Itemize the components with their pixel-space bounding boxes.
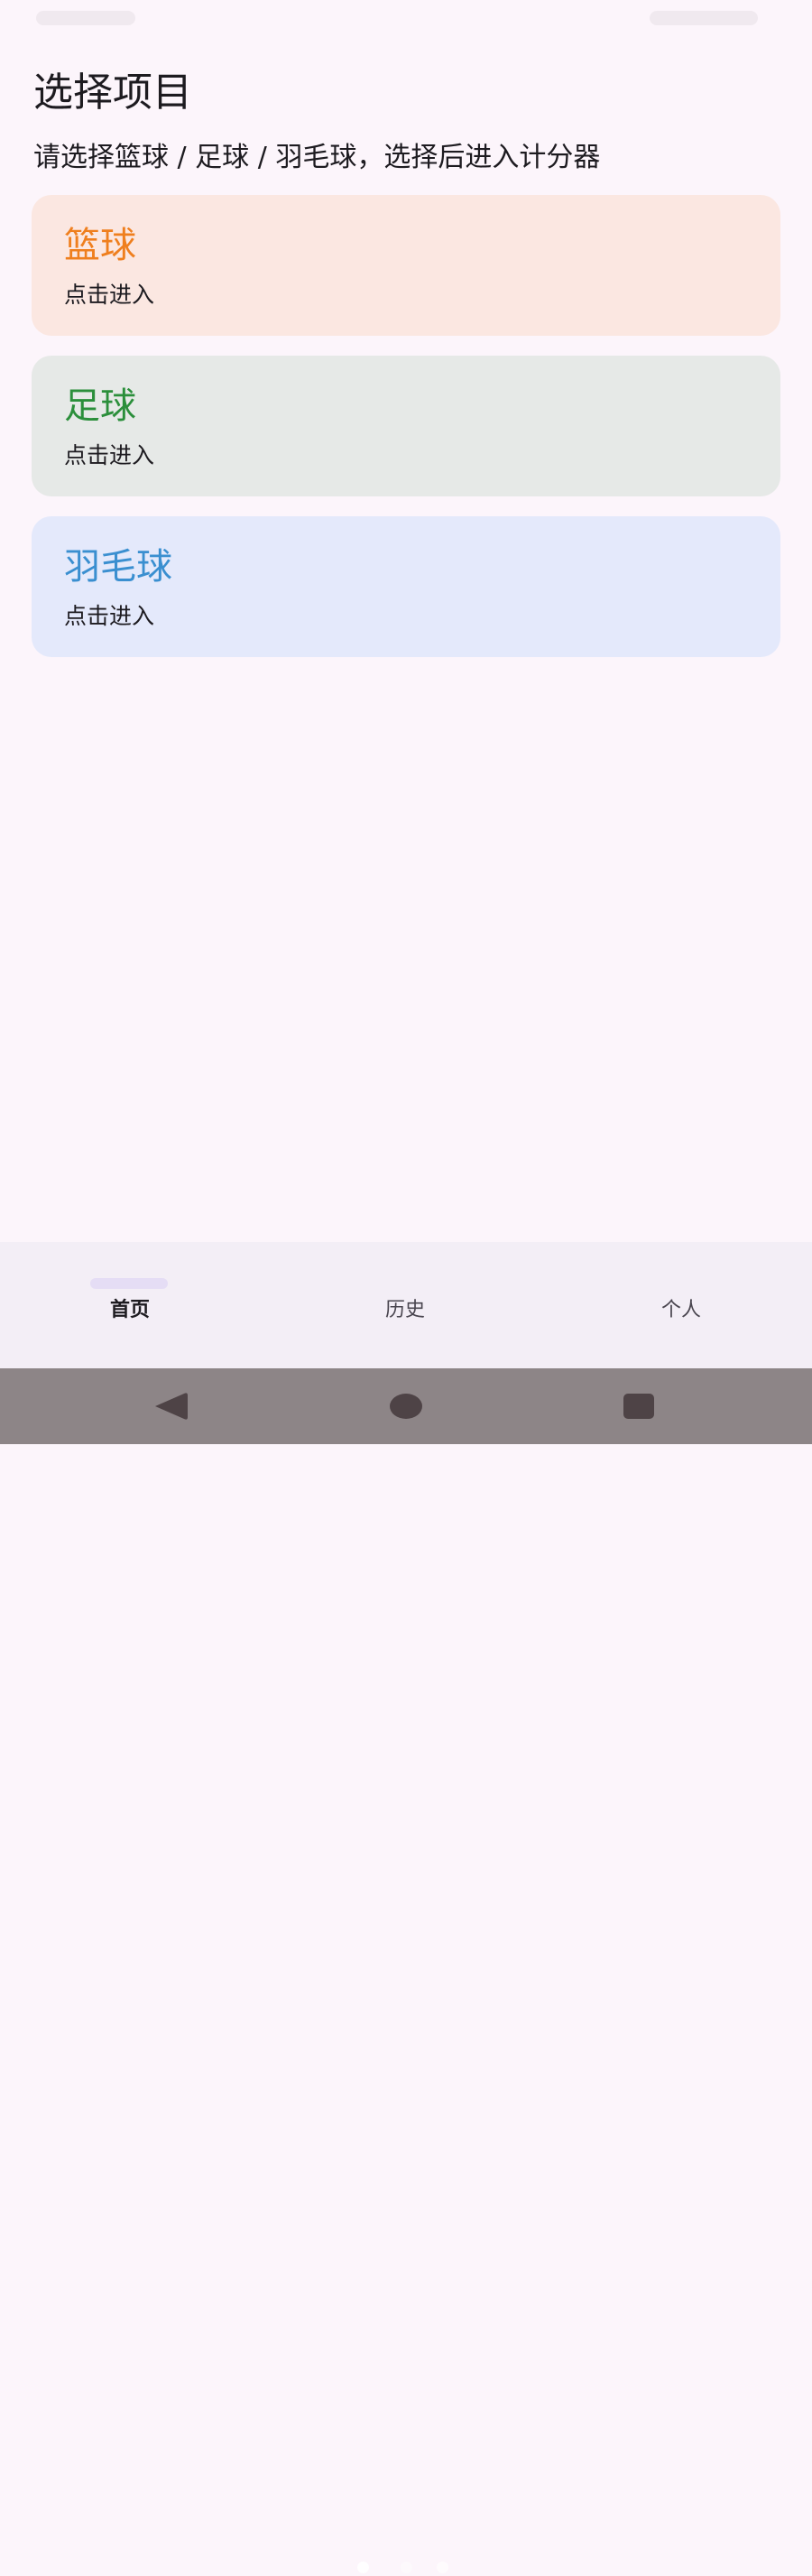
status-bar [0,0,812,36]
nav-item-label: 首页 [109,1299,150,1321]
home-icon [390,1394,422,1419]
sport-card-title: 羽毛球 [64,546,172,588]
sport-card-action: 点击进入 [64,442,155,468]
nav-active-indicator [90,1278,168,1289]
status-bar-left-indicators [36,11,135,25]
page-subtitle: 请选择篮球 / 足球 / 羽毛球，选择后进入计分器 [33,142,601,173]
page-title: 选择项目 [33,69,192,116]
page-dot [357,2562,369,2573]
sport-card-football[interactable]: 足球 点击进入 [32,356,780,496]
page-dot [401,2562,412,2573]
sport-card-title: 足球 [64,385,136,427]
nav-item-home[interactable]: 首页 [0,1242,271,1368]
status-bar-right-indicators [650,11,758,25]
recents-icon [623,1394,654,1419]
sport-card-badminton[interactable]: 羽毛球 点击进入 [32,516,780,657]
system-back-button[interactable] [117,1368,226,1444]
nav-item-history[interactable]: 历史 [271,1242,541,1368]
system-recents-button[interactable] [585,1368,693,1444]
page-dot [437,2562,448,2573]
sport-card-action: 点击进入 [64,603,155,629]
system-navigation-bar [0,1368,812,1444]
bottom-navigation-bar: 首页 历史 个人 [0,1242,812,2573]
nav-item-profile[interactable]: 个人 [541,1242,812,1368]
sport-card-title: 篮球 [64,225,136,266]
back-icon [155,1393,188,1420]
nav-item-label: 历史 [384,1299,425,1321]
sport-card-action: 点击进入 [64,282,155,308]
page-indicator-dots [357,2562,457,2576]
sport-card-basketball[interactable]: 篮球 点击进入 [32,195,780,336]
nav-item-label: 个人 [660,1299,701,1321]
system-home-button[interactable] [352,1368,460,1444]
